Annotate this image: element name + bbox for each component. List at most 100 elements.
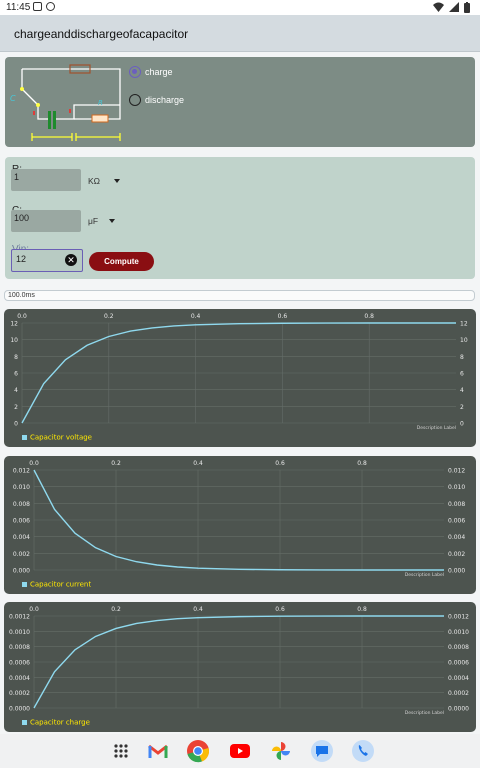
current-chart: 0.000 0.000 0.002 0.002 0.004 0.004 0.006 0.006…: [4, 456, 476, 594]
c-unit-dropdown-icon[interactable]: [109, 219, 115, 223]
c-value: 100: [14, 213, 30, 223]
app-title: chargeanddischargeofacapacitor: [14, 27, 189, 41]
messages-icon[interactable]: [310, 739, 334, 763]
wifi-icon: [433, 2, 444, 12]
y-tick-label-left: 0: [14, 421, 18, 428]
x-tick-label: 0.2: [104, 313, 114, 320]
y-tick-label-right: 0.0008: [448, 644, 469, 651]
y-tick-label-right: 8: [460, 354, 464, 361]
phone-icon[interactable]: [351, 739, 375, 763]
y-tick-label-right: 2: [460, 404, 464, 411]
svg-text:C: C: [10, 94, 16, 103]
voltage-chart: 0 0 2 2 4 4 6 6 8 8 10 10 12 12 0.0 0.2 0.4 0.6 0.8 Descrip…: [4, 309, 476, 447]
y-tick-label-right: 0.010: [448, 484, 465, 491]
x-tick-label: 0.6: [275, 606, 285, 613]
y-tick-label-right: 12: [460, 321, 468, 328]
discharge-radio[interactable]: discharge: [129, 94, 184, 106]
y-tick-label-right: 0.006: [448, 518, 465, 525]
notification-icon: [46, 2, 55, 11]
y-tick-label-left: 0.002: [13, 551, 30, 558]
x-tick-label: 0.4: [191, 313, 201, 320]
discharge-label: discharge: [145, 95, 185, 105]
y-tick-label-right: 0.000: [448, 568, 465, 575]
y-tick-label-right: 0.0010: [448, 629, 469, 636]
x-tick-label: 0.2: [111, 606, 121, 613]
y-tick-label-left: 0.0002: [9, 690, 30, 697]
radio-unselected-icon[interactable]: [129, 94, 141, 106]
y-tick-label-right: 4: [460, 387, 464, 394]
circuit-diagram: C R: [10, 64, 121, 141]
status-bar: 11:45: [0, 0, 480, 15]
y-tick-label-left: 0.0010: [9, 629, 30, 636]
y-tick-label-right: 0.004: [448, 534, 465, 541]
charge-label: charge: [145, 67, 173, 77]
y-tick-label-right: 0.0002: [448, 690, 469, 697]
description-label: Description Label: [417, 425, 456, 431]
y-tick-label-left: 0.006: [13, 518, 30, 525]
c-unit: μF: [88, 216, 99, 226]
y-tick-label-right: 0.0004: [448, 675, 469, 682]
gmail-icon[interactable]: [146, 739, 170, 763]
x-tick-label: 0.6: [275, 460, 285, 467]
status-time: 11:45: [6, 2, 31, 13]
inputs-panel: R: 1 KΩ C: 100 μF Vin: 12 ✕: [5, 157, 475, 279]
clear-icon[interactable]: ✕: [65, 254, 77, 266]
c-input[interactable]: 100: [11, 210, 81, 232]
r-unit: KΩ: [88, 176, 101, 186]
y-tick-label-right: 0.0012: [448, 614, 469, 621]
description-label: Description Label: [405, 710, 444, 716]
vin-input[interactable]: 12 ✕: [11, 249, 83, 272]
compute-button[interactable]: Compute: [89, 252, 154, 271]
signal-icon: [449, 2, 459, 12]
y-tick-label-left: 2: [14, 404, 18, 411]
y-tick-label-left: 0.0008: [9, 644, 30, 651]
r-input[interactable]: 1: [11, 169, 81, 191]
chrome-icon[interactable]: [186, 739, 210, 763]
x-tick-label: 0.8: [357, 460, 367, 467]
photos-icon[interactable]: [269, 739, 293, 763]
y-tick-label-left: 0.0012: [9, 614, 30, 621]
app-bar: chargeanddischargeofacapacitor: [0, 15, 480, 52]
vin-value: 12: [16, 254, 27, 264]
y-tick-label-right: 0.008: [448, 501, 465, 508]
progress-label: 100.0ms: [8, 292, 35, 299]
x-tick-label: 0.6: [278, 313, 288, 320]
svg-text:R: R: [98, 99, 103, 107]
radio-selected-icon[interactable]: [129, 66, 141, 78]
y-tick-label-right: 6: [460, 371, 464, 378]
y-tick-label-left: 10: [10, 337, 18, 344]
y-tick-label-left: 0.0000: [9, 706, 30, 713]
legend-label: Capacitor charge: [30, 719, 90, 727]
x-tick-label: 0.4: [193, 606, 203, 613]
chart-svg: 0.000 0.000 0.002 0.002 0.004 0.004 0.006 0.006…: [13, 460, 466, 589]
y-tick-label-right: 0.012: [448, 468, 465, 475]
y-tick-label-left: 0.004: [13, 534, 30, 541]
description-label: Description Label: [405, 572, 444, 578]
y-tick-label-right: 0.0000: [448, 706, 469, 713]
y-tick-label-right: 0: [460, 421, 464, 428]
app-dock: [0, 734, 480, 768]
x-tick-label: 0.0: [29, 460, 39, 467]
legend-label: Capacitor current: [30, 581, 91, 589]
y-tick-label-left: 0.008: [13, 501, 30, 508]
y-tick-label-left: 0.000: [13, 568, 30, 575]
y-tick-label-left: 6: [14, 371, 18, 378]
legend-swatch: [22, 582, 27, 587]
y-tick-label-left: 4: [14, 387, 18, 394]
x-tick-label: 0.8: [364, 313, 374, 320]
chart-svg: 0 02 24 46 68 810 1012 120.0 0.2 0.4 0.6 0.8Descrip…: [10, 313, 468, 442]
apps-grid-icon[interactable]: [109, 739, 133, 763]
x-tick-label: 0.0: [17, 313, 27, 320]
time-progress-bar: 100.0ms: [4, 290, 475, 301]
battery-icon: [464, 2, 470, 13]
y-tick-label-right: 0.002: [448, 551, 465, 558]
x-tick-label: 0.2: [111, 460, 121, 467]
chart-svg: 0.0000 0.00000.0002 0.00020.0004 0.00040.00…: [9, 606, 469, 727]
y-tick-label-right: 0.0006: [448, 660, 469, 667]
r-value: 1: [14, 172, 20, 182]
youtube-icon[interactable]: [228, 739, 252, 763]
charge-radio[interactable]: charge: [129, 66, 173, 78]
x-tick-label: 0.4: [193, 460, 203, 467]
r-unit-dropdown-icon[interactable]: [114, 179, 120, 183]
y-tick-label-right: 10: [460, 337, 468, 344]
